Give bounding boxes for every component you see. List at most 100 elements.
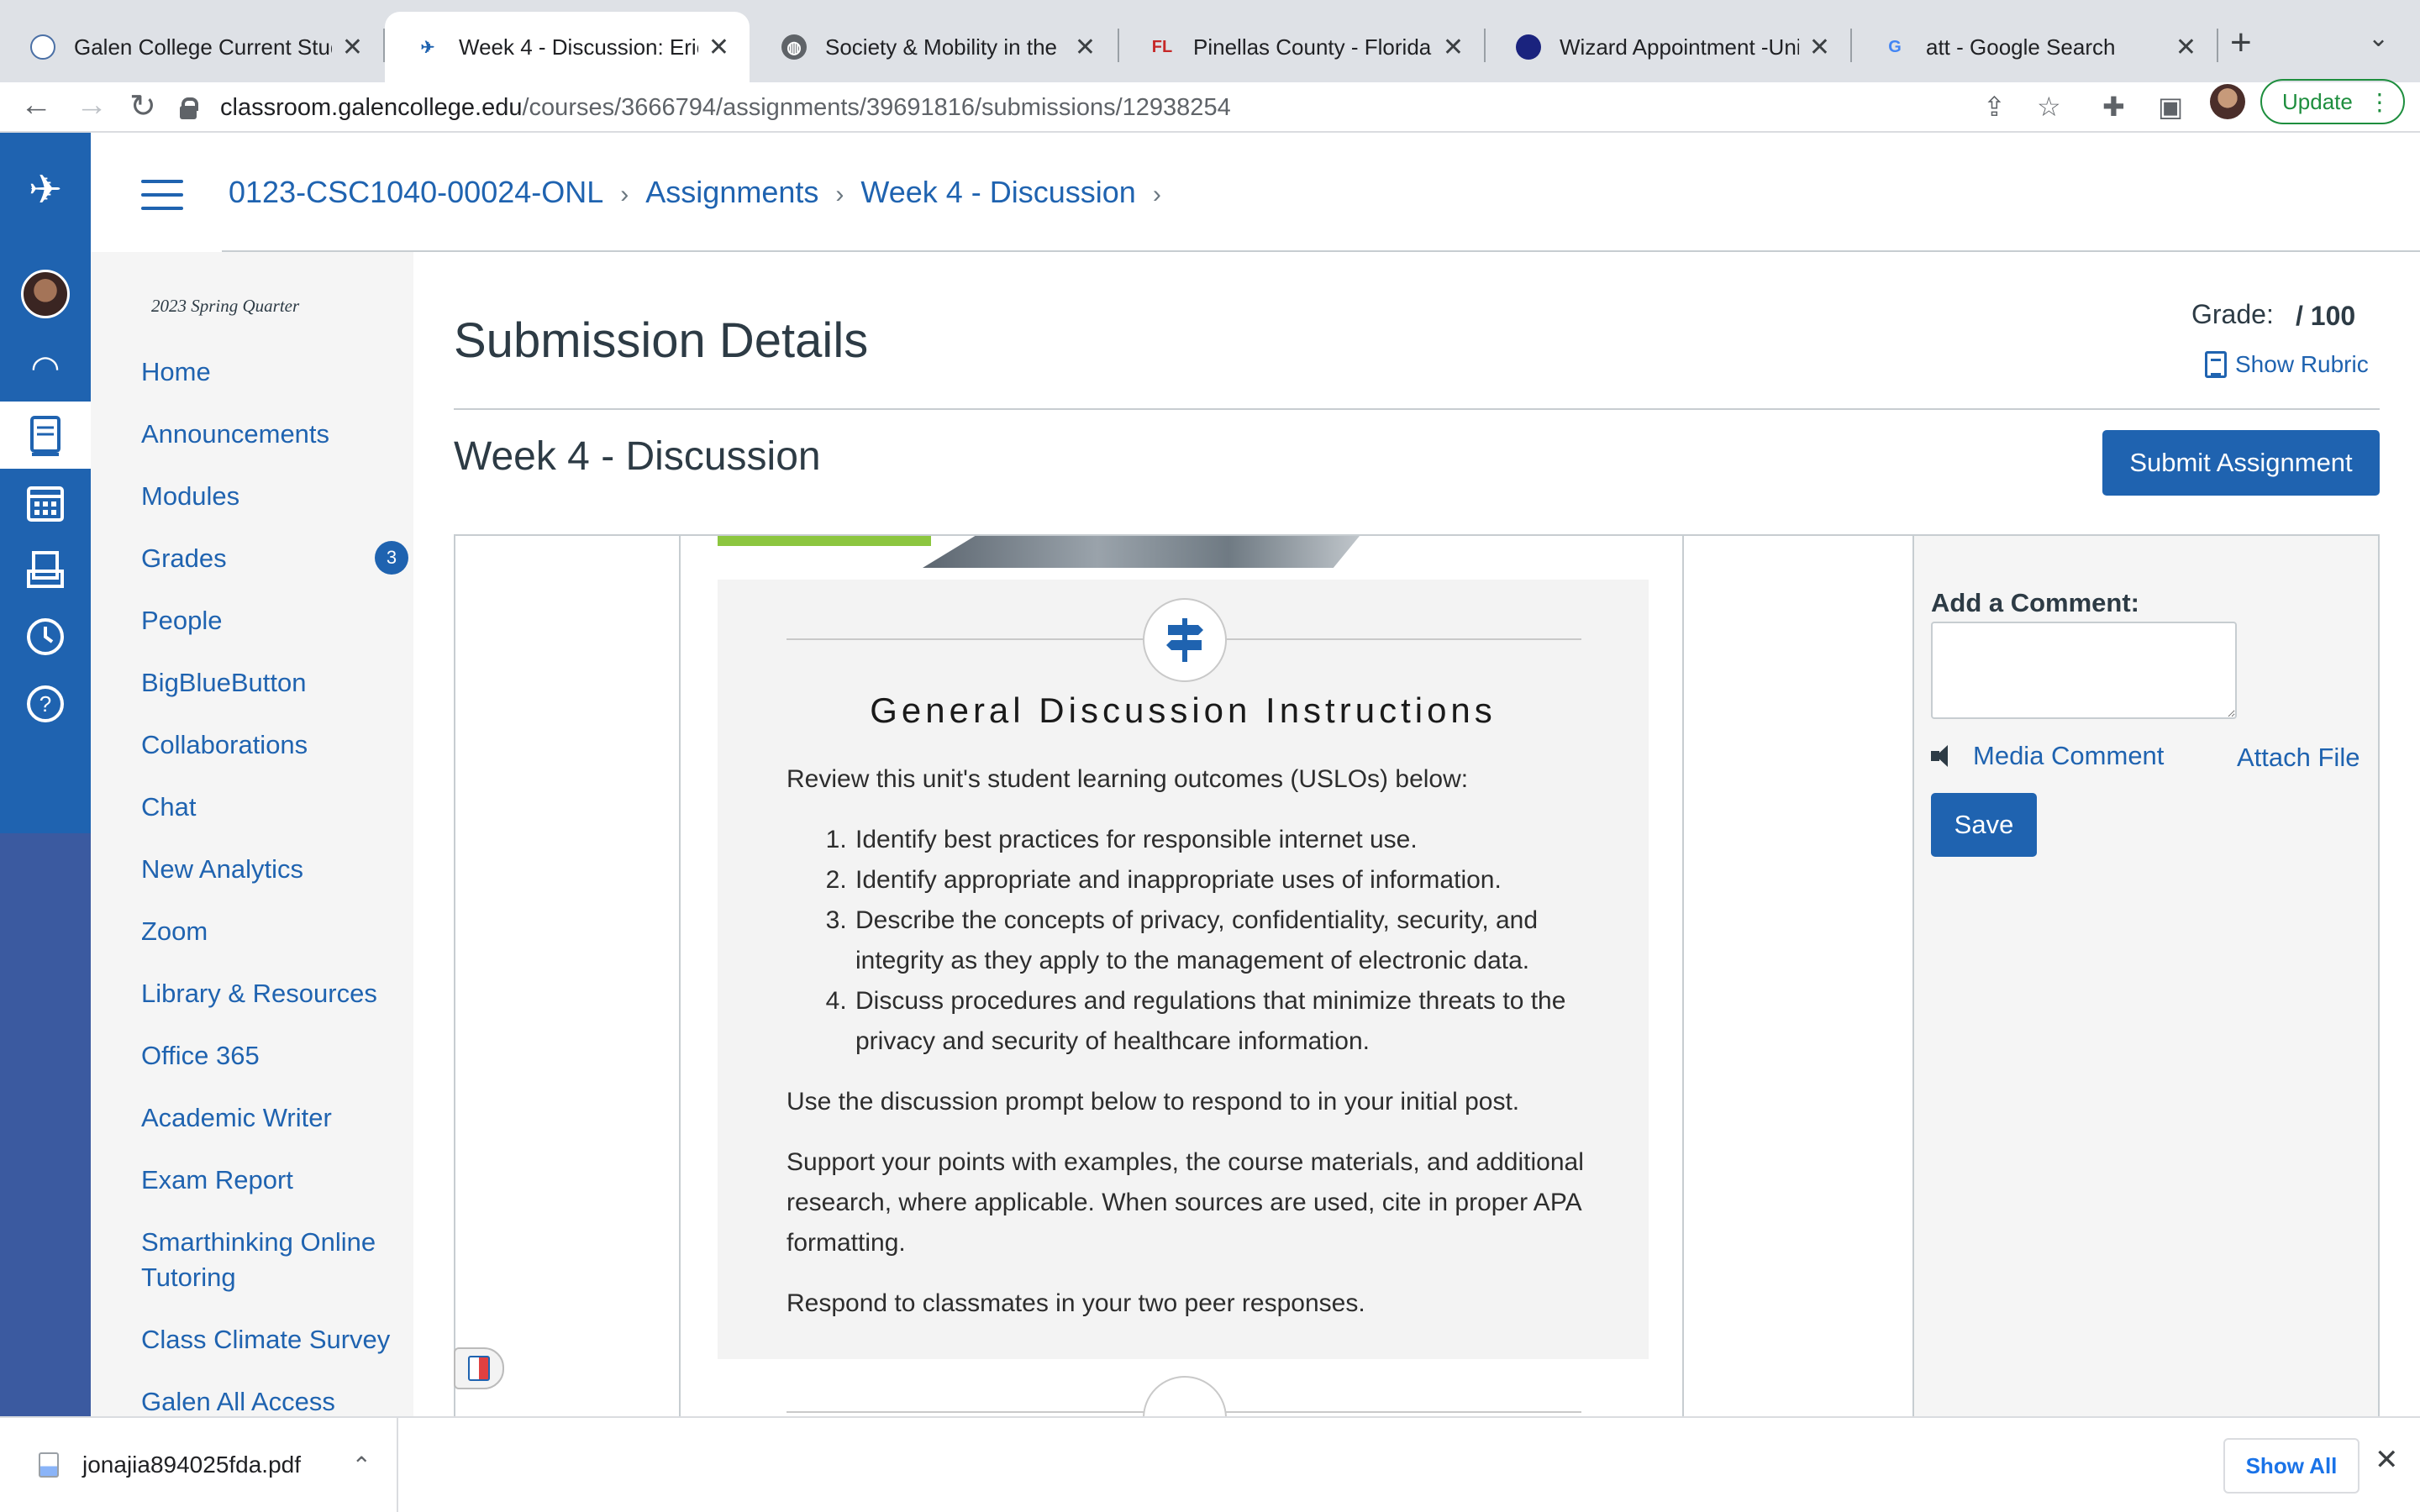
instructions-intro: Review this unit's student learning outc… [786, 765, 1469, 793]
browser-tab-google[interactable]: G att - Google Search ✕ [1852, 12, 2217, 82]
galen-logo-icon[interactable]: ✈ [0, 156, 91, 223]
instructions-card: General Discussion Instructions Review t… [718, 580, 1649, 1359]
calendar-icon[interactable] [0, 469, 91, 536]
course-nav-exam-report[interactable]: Exam Report [141, 1163, 393, 1198]
dashboard-icon[interactable]: ◠ [0, 334, 91, 402]
extensions-icon[interactable]: ✚ [2102, 91, 2125, 123]
share-icon[interactable]: ⇪ [1983, 91, 2006, 123]
history-icon[interactable] [0, 603, 91, 670]
attach-file-link[interactable]: Attach File [2237, 743, 2360, 773]
close-icon[interactable]: ✕ [2375, 1443, 2399, 1477]
term-label: 2023 Spring Quarter [151, 296, 300, 316]
show-rubric-label: Show Rubric [2235, 351, 2369, 377]
rubric-icon [2205, 351, 2227, 378]
browser-tab-pinellas[interactable]: FL Pinellas County - Florida D ✕ [1119, 12, 1484, 82]
course-nav-zoom[interactable]: Zoom [141, 914, 393, 949]
course-nav-modules[interactable]: Modules [141, 479, 393, 514]
outcomes-list: Identify best practices for responsible … [854, 820, 1593, 1062]
update-button[interactable]: Update ⋮ [2260, 79, 2405, 124]
close-icon[interactable]: ✕ [1075, 33, 1096, 62]
account-avatar[interactable] [0, 260, 91, 328]
main-content: Submission Details Grade: / 100 Show Rub… [413, 252, 2420, 1416]
page-header: 0123-CSC1040-00024-ONL › Assignments › Week … [91, 133, 2420, 252]
media-comment-link[interactable]: Media Comment [1931, 741, 2164, 771]
course-nav-academic-writer[interactable]: Academic Writer [141, 1100, 393, 1136]
url-text: classroom.galencollege.edu/courses/36667… [220, 94, 1231, 122]
side-panel-icon[interactable]: ▣ [2158, 91, 2183, 123]
google-icon: G [1888, 37, 1902, 56]
browser-tab-society[interactable]: ◍ Society & Mobility in the U. ✕ [751, 12, 1116, 82]
comment-textarea[interactable] [1931, 622, 2237, 719]
galen-icon [30, 34, 55, 60]
outcome-item: Discuss procedures and regulations that … [854, 981, 1593, 1062]
instructions-paragraph: Respond to classmates in your two peer r… [786, 1289, 1365, 1317]
close-icon[interactable]: ✕ [342, 33, 363, 62]
reload-icon[interactable]: ↻ [129, 87, 156, 125]
submission-frame: General Discussion Instructions Review t… [454, 534, 2380, 1416]
breadcrumb-assignment[interactable]: Week 4 - Discussion [860, 175, 1135, 209]
course-nav-galen-all-access[interactable]: Galen All Access [141, 1384, 393, 1420]
chevron-down-icon[interactable]: ⌄ [2368, 24, 2389, 53]
browser-tab-wizard[interactable]: Wizard Appointment -Unit ✕ [1486, 12, 1850, 82]
course-nav-new-analytics[interactable]: New Analytics [141, 852, 393, 887]
course-nav-collaborations[interactable]: Collaborations [141, 727, 393, 763]
profile-avatar[interactable] [2210, 84, 2245, 119]
browser-tab-galen[interactable]: Galen College Current Stud ✕ [0, 12, 383, 82]
url-host: classroom.galencollege.edu [220, 93, 523, 121]
close-icon[interactable]: ✕ [1443, 33, 1464, 62]
assignment-title: Week 4 - Discussion [454, 434, 821, 479]
back-arrow-icon[interactable]: ← [20, 87, 52, 123]
browser-tab-week4[interactable]: ✈ Week 4 - Discussion: Erica ✕ [385, 12, 750, 82]
course-nav-home[interactable]: Home [141, 354, 393, 390]
outcome-item: Identify appropriate and inappropriate u… [854, 860, 1593, 900]
download-item[interactable]: jonajia894025fda.pdf ⌃ [0, 1418, 398, 1512]
inbox-icon[interactable] [0, 536, 91, 603]
banner-photo [923, 536, 1360, 568]
close-icon[interactable]: ✕ [2175, 33, 2196, 62]
save-comment-button[interactable]: Save [1931, 793, 2037, 857]
course-nav-class-climate[interactable]: Class Climate Survey [141, 1322, 393, 1357]
outcome-item: Describe the concepts of privacy, confid… [854, 900, 1593, 981]
course-nav-announcements[interactable]: Announcements [141, 417, 393, 452]
banner-image [718, 536, 1360, 568]
course-nav-smarthinking[interactable]: Smarthinking Online Tutoring [141, 1225, 393, 1295]
close-icon[interactable]: ✕ [708, 33, 729, 62]
submit-assignment-button[interactable]: Submit Assignment [2102, 430, 2380, 496]
chevron-up-icon[interactable]: ⌃ [352, 1452, 371, 1479]
show-rubric-link[interactable]: Show Rubric [2205, 351, 2369, 378]
course-nav-library[interactable]: Library & Resources [141, 976, 393, 1011]
discussion-preview[interactable]: General Discussion Instructions Review t… [679, 536, 1684, 1416]
fl-dmv-icon: FL [1151, 37, 1173, 56]
course-nav-people[interactable]: People [141, 603, 393, 638]
instructions-body: Review this unit's student learning outc… [786, 759, 1593, 1344]
course-nav-office365[interactable]: Office 365 [141, 1038, 393, 1074]
wizard-icon [1516, 34, 1541, 60]
read-aloud-icon[interactable] [454, 1347, 504, 1389]
page-title: Submission Details [454, 313, 869, 368]
tab-title: att - Google Search [1926, 34, 2116, 60]
tab-title: Wizard Appointment -Unit [1560, 34, 1799, 60]
forward-arrow-icon[interactable]: → [76, 87, 108, 123]
chevron-right-icon: › [835, 181, 844, 208]
hamburger-menu-icon[interactable] [141, 180, 183, 210]
courses-icon[interactable] [0, 402, 91, 469]
star-icon[interactable]: ☆ [2037, 91, 2061, 123]
breadcrumb-course[interactable]: 0123-CSC1040-00024-ONL [229, 175, 603, 209]
question-circle-icon: ? [27, 685, 64, 722]
instructions-paragraph: Use the discussion prompt below to respo… [786, 1088, 1520, 1116]
help-icon[interactable]: ? [0, 670, 91, 738]
breadcrumb-assignments[interactable]: Assignments [645, 175, 818, 209]
address-bar[interactable]: classroom.galencollege.edu/courses/36667… [180, 82, 2028, 133]
grade-label: Grade: [2191, 299, 2274, 329]
close-icon[interactable]: ✕ [1809, 33, 1830, 62]
checklist-icon [1143, 1376, 1227, 1416]
read-aloud-glyph [468, 1356, 490, 1381]
banner-green-stripe [718, 536, 931, 546]
signpost-glyph [1166, 618, 1203, 662]
course-nav-grades[interactable]: Grades [141, 541, 393, 576]
new-tab-icon[interactable]: + [2230, 22, 2252, 64]
show-all-button[interactable]: Show All [2223, 1438, 2360, 1494]
course-nav-chat[interactable]: Chat [141, 790, 393, 825]
course-nav-bigbluebutton[interactable]: BigBlueButton [141, 665, 393, 701]
tab-title: Week 4 - Discussion: Erica [459, 34, 698, 60]
